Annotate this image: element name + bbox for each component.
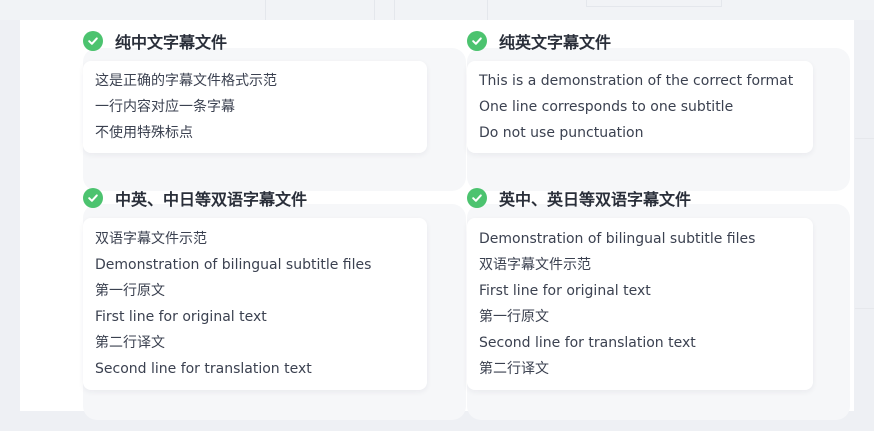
example-line: 这是正确的字幕文件格式示范 <box>95 73 277 89</box>
section-header: 纯英文字幕文件 <box>467 29 611 53</box>
example-line: First line for original text <box>95 309 267 325</box>
example-line: 不使用特殊标点 <box>95 125 193 141</box>
example-line: Second line for translation text <box>479 335 696 351</box>
section-header: 纯中文字幕文件 <box>83 29 227 53</box>
top-strip <box>0 0 874 20</box>
example-card: Demonstration of bilingual subtitle file… <box>467 218 813 390</box>
divider <box>855 138 874 139</box>
top-decoration <box>265 0 375 20</box>
example-line: 双语字幕文件示范 <box>95 231 207 247</box>
example-line: This is a demonstration of the correct f… <box>479 73 794 89</box>
example-line: Demonstration of bilingual subtitle file… <box>95 257 372 273</box>
example-line: Demonstration of bilingual subtitle file… <box>479 231 756 247</box>
section-header: 中英、中日等双语字幕文件 <box>83 186 307 210</box>
example-line: One line corresponds to one subtitle <box>479 99 734 115</box>
check-circle-icon <box>467 31 487 51</box>
section-header: 英中、英日等双语字幕文件 <box>467 186 691 210</box>
example-line: 第二行译文 <box>479 361 549 377</box>
section-title: 纯英文字幕文件 <box>499 33 612 52</box>
example-line: 双语字幕文件示范 <box>479 257 591 273</box>
subtitle-format-panel: 纯中文字幕文件 这是正确的字幕文件格式示范 一行内容对应一条字幕 不使用特殊标点… <box>20 20 854 420</box>
example-line: 第二行译文 <box>95 335 165 351</box>
section-title: 纯中文字幕文件 <box>115 33 228 52</box>
top-decoration <box>394 0 488 20</box>
check-circle-icon <box>83 31 103 51</box>
top-decoration <box>586 0 722 7</box>
example-card: 双语字幕文件示范 Demonstration of bilingual subt… <box>83 218 427 390</box>
check-circle-icon <box>467 188 487 208</box>
example-line: Do not use punctuation <box>479 125 644 141</box>
example-line: 第一行原文 <box>479 309 549 325</box>
example-line: 一行内容对应一条字幕 <box>95 99 235 115</box>
example-line: First line for original text <box>479 283 651 299</box>
section-title: 中英、中日等双语字幕文件 <box>115 190 308 209</box>
check-circle-icon <box>83 188 103 208</box>
example-line: Second line for translation text <box>95 361 312 377</box>
section-title: 英中、英日等双语字幕文件 <box>499 190 692 209</box>
divider <box>855 308 874 309</box>
example-line: 第一行原文 <box>95 283 165 299</box>
example-card: This is a demonstration of the correct f… <box>467 61 813 153</box>
example-card: 这是正确的字幕文件格式示范 一行内容对应一条字幕 不使用特殊标点 <box>83 61 427 153</box>
